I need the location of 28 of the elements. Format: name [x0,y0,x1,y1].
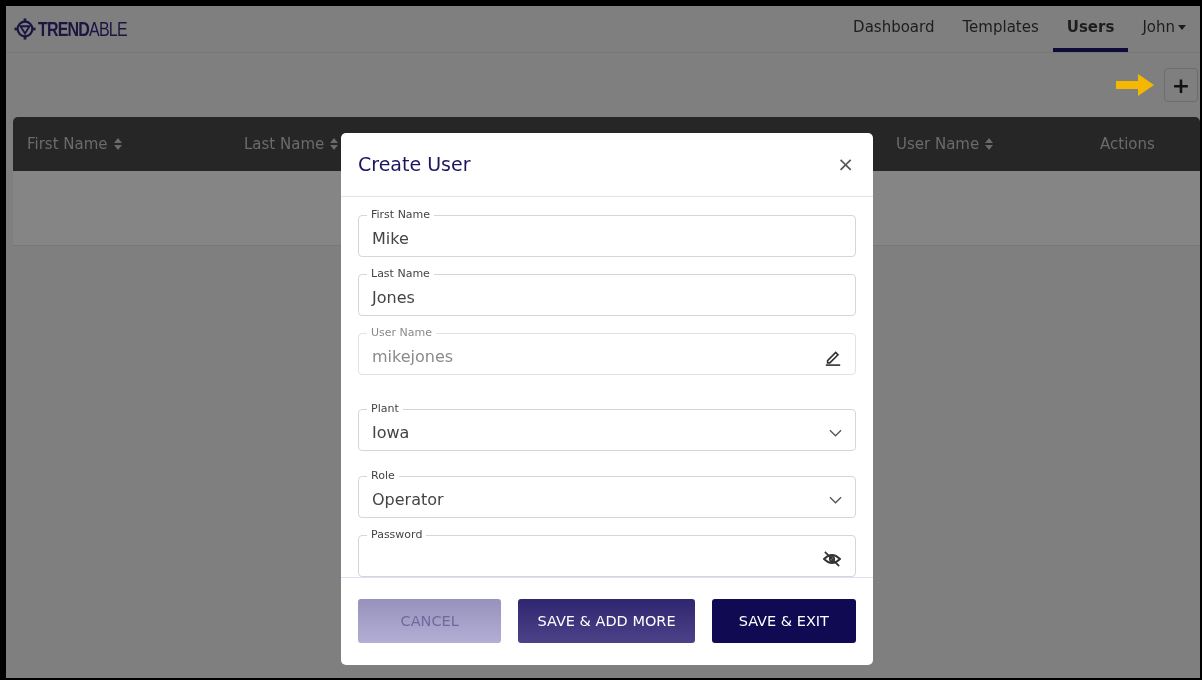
nav-tab[interactable]: Users [1052,6,1129,52]
column-header[interactable]: First Name [27,135,122,153]
caret-icon[interactable] [1178,24,1186,30]
sort-icon[interactable] [330,138,339,150]
logo-text: TRENDABLE [38,17,127,41]
save-button[interactable]: SAVE & ADD MORE [518,599,695,644]
logo-icon [14,18,36,40]
close-button[interactable]: × [835,152,856,177]
input-field[interactable]: First Name Mike [358,206,856,257]
add-button[interactable]: + [1164,68,1198,102]
input-field[interactable]: Role Operator [358,467,856,518]
column-header[interactable]: Last Name [244,135,339,153]
sort-icon[interactable] [985,138,994,150]
user-menu[interactable]: John [1128,6,1200,52]
input-field[interactable]: Plant Iowa [358,400,856,451]
column-header[interactable]: Actions [1100,135,1155,153]
sort-icon[interactable] [113,138,122,150]
column-header[interactable]: User Name [896,135,994,153]
chevron-down-icon[interactable] [829,428,842,437]
chevron-down-icon[interactable] [829,495,842,504]
save-button[interactable]: SAVE & EXIT [711,599,856,644]
input-field[interactable]: Last Name Jones [358,265,856,316]
nav-tab[interactable]: Templates [948,6,1053,52]
eye-slash-icon[interactable] [822,550,842,567]
arrow-icon [1116,74,1154,96]
nav-tab[interactable]: Dashboard [839,6,949,52]
dialog-title: Create User [358,153,471,176]
input-field[interactable]: Password [358,526,856,577]
